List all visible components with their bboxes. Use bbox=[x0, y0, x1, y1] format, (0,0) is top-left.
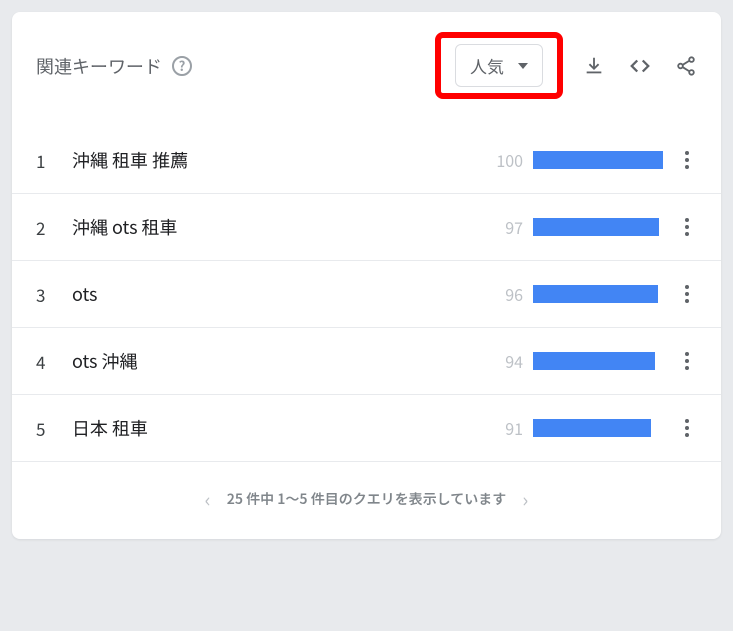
list-item[interactable]: 3ots96 bbox=[12, 261, 721, 328]
item-rank: 1 bbox=[36, 148, 60, 173]
embed-icon[interactable] bbox=[629, 55, 651, 77]
chevron-down-icon bbox=[518, 61, 528, 71]
item-value: 96 bbox=[479, 282, 523, 306]
help-icon[interactable]: ? bbox=[172, 56, 192, 76]
pager-text: 25 件中 1～5 件目のクエリを表示しています bbox=[227, 489, 507, 509]
share-icon[interactable] bbox=[675, 55, 697, 77]
item-bar-wrap bbox=[533, 218, 663, 236]
pager-prev[interactable]: ‹ bbox=[205, 484, 211, 513]
list-item[interactable]: 5日本 租車91 bbox=[12, 395, 721, 462]
item-rank: 4 bbox=[36, 349, 60, 374]
item-rank: 3 bbox=[36, 282, 60, 307]
item-bar bbox=[533, 285, 658, 303]
item-value: 94 bbox=[479, 349, 523, 373]
item-keyword: 沖縄 ots 租車 bbox=[60, 214, 479, 240]
highlight-annotation: 人気 bbox=[435, 32, 563, 99]
item-bar bbox=[533, 352, 655, 370]
more-icon[interactable] bbox=[677, 419, 697, 437]
list-item[interactable]: 2沖縄 ots 租車97 bbox=[12, 194, 721, 261]
item-bar bbox=[533, 218, 659, 236]
card-title-wrap: 関連キーワード ? bbox=[36, 53, 192, 79]
sort-dropdown-label: 人気 bbox=[470, 53, 504, 78]
card-title: 関連キーワード bbox=[36, 53, 162, 79]
item-bar-wrap bbox=[533, 419, 663, 437]
item-bar bbox=[533, 151, 663, 169]
item-value: 97 bbox=[479, 215, 523, 239]
item-keyword: ots bbox=[60, 281, 479, 307]
item-bar-wrap bbox=[533, 285, 663, 303]
item-keyword: ots 沖縄 bbox=[60, 348, 479, 374]
header-actions bbox=[583, 55, 697, 77]
keyword-list: 1沖縄 租車 推薦1002沖縄 ots 租車973ots964ots 沖縄945… bbox=[12, 119, 721, 462]
item-value: 91 bbox=[479, 416, 523, 440]
more-icon[interactable] bbox=[677, 151, 697, 169]
item-value: 100 bbox=[479, 148, 523, 172]
item-bar-wrap bbox=[533, 151, 663, 169]
item-bar bbox=[533, 419, 651, 437]
item-rank: 5 bbox=[36, 416, 60, 441]
card-header: 関連キーワード ? 人気 bbox=[12, 12, 721, 119]
more-icon[interactable] bbox=[677, 285, 697, 303]
sort-dropdown[interactable]: 人気 bbox=[455, 44, 543, 87]
more-icon[interactable] bbox=[677, 352, 697, 370]
item-rank: 2 bbox=[36, 215, 60, 240]
item-bar-wrap bbox=[533, 352, 663, 370]
pager-next[interactable]: › bbox=[522, 484, 528, 513]
list-item[interactable]: 1沖縄 租車 推薦100 bbox=[12, 119, 721, 194]
list-item[interactable]: 4ots 沖縄94 bbox=[12, 328, 721, 395]
more-icon[interactable] bbox=[677, 218, 697, 236]
pager: ‹ 25 件中 1～5 件目のクエリを表示しています › bbox=[12, 462, 721, 539]
item-keyword: 日本 租車 bbox=[60, 415, 479, 441]
item-keyword: 沖縄 租車 推薦 bbox=[60, 147, 479, 173]
related-keywords-card: 関連キーワード ? 人気 bbox=[12, 12, 721, 539]
download-icon[interactable] bbox=[583, 55, 605, 77]
